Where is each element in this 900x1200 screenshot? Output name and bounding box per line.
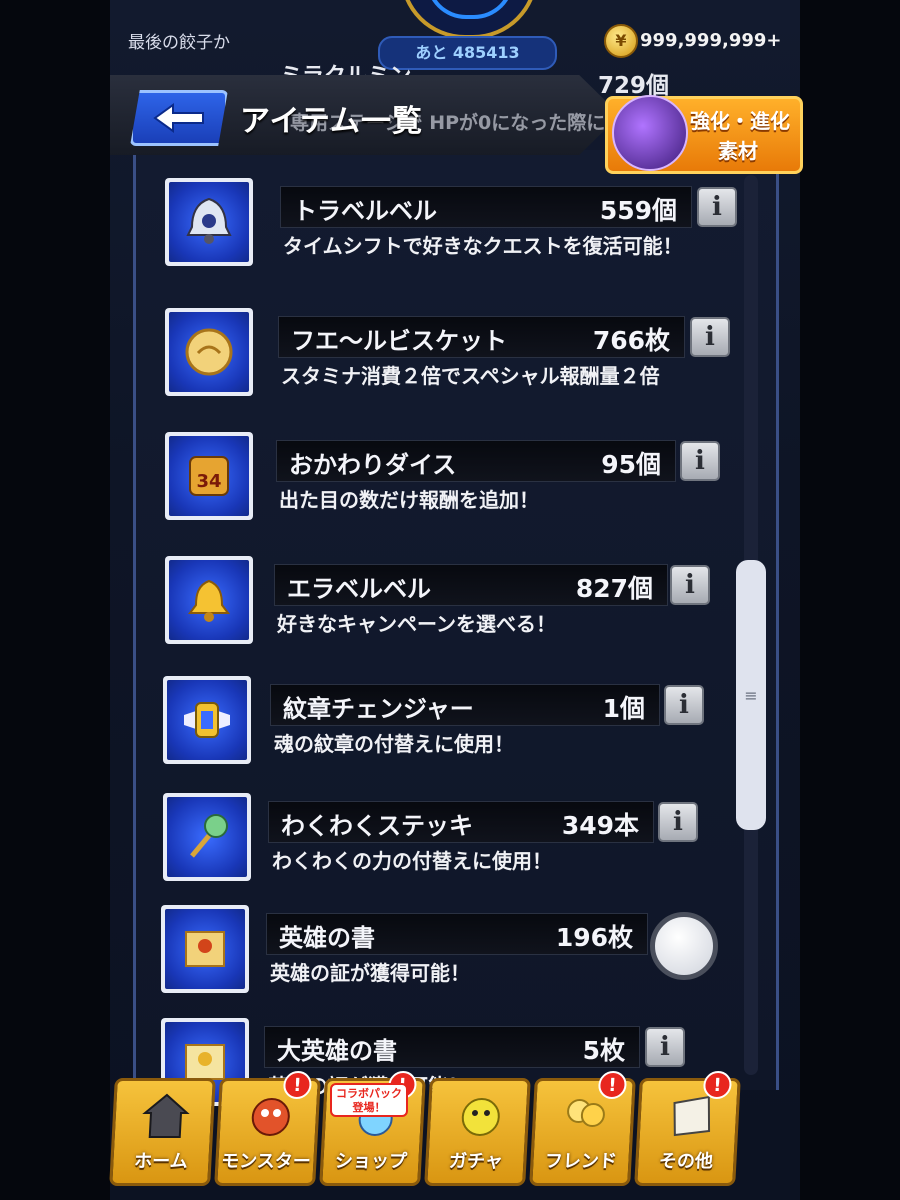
- item-description: わくわくの力の付替えに使用！: [272, 849, 552, 873]
- item-name-bar: おかわりダイス 95個: [276, 440, 676, 482]
- info-button[interactable]: i: [658, 802, 698, 842]
- floating-action-button[interactable]: [650, 912, 718, 980]
- collab-pack-tag: コラボパック 登場！: [330, 1083, 408, 1117]
- bell-icon: [165, 178, 253, 266]
- item-count: 559個: [599, 196, 677, 225]
- item-name-bar: わくわくステッキ 349本: [268, 801, 654, 843]
- top-left-text: 最後の餃子か: [128, 33, 230, 53]
- map-icon: [673, 1095, 711, 1137]
- home-icon: [142, 1093, 190, 1138]
- item-name: 英雄の書: [279, 924, 375, 952]
- info-button[interactable]: i: [680, 441, 720, 481]
- evolve-materials-button[interactable]: 強化・進化 素材: [605, 95, 803, 174]
- info-button[interactable]: i: [664, 685, 704, 725]
- item-name-bar: 大英雄の書 5枚: [264, 1026, 640, 1068]
- item-name: トラベルベル: [293, 197, 437, 225]
- materials-orb-icon: [612, 95, 688, 171]
- item-row[interactable]: トラベルベル 559個タイムシフトで好きなクエストを復活可能！ i: [0, 178, 900, 283]
- item-count: 5枚: [582, 1036, 625, 1065]
- item-description: 英雄の証が獲得可能！: [270, 961, 470, 985]
- gacha-icon: [461, 1098, 500, 1136]
- item-name: 紋章チェンジャー: [283, 695, 474, 723]
- info-icon: i: [673, 807, 683, 837]
- item-row[interactable]: 英雄の書 196枚英雄の証が獲得可能！: [0, 905, 900, 1010]
- coin-balance: 999,999,999+: [640, 30, 782, 51]
- item-description: タイムシフトで好きなクエストを復活可能！: [283, 234, 683, 258]
- dice-icon: 34: [165, 432, 253, 520]
- notification-badge: !: [702, 1071, 733, 1099]
- crest-changer-icon: [163, 676, 251, 764]
- nav-monster[interactable]: ! モンスター: [214, 1071, 321, 1186]
- item-name-bar: フエ〜ルビスケット 766枚: [278, 316, 685, 358]
- friend-balloons-icon: [567, 1099, 605, 1127]
- item-count: 95個: [601, 450, 661, 479]
- info-icon: i: [705, 322, 715, 352]
- grip-icon: ≡: [744, 685, 758, 705]
- info-button[interactable]: i: [690, 317, 730, 357]
- item-name: フエ〜ルビスケット: [291, 327, 507, 355]
- item-row[interactable]: 34 おかわりダイス 95個出た目の数だけ報酬を追加！ i: [0, 432, 900, 537]
- page-title: アイテム一覧: [240, 104, 423, 139]
- back-button[interactable]: [130, 90, 228, 146]
- item-count: 196枚: [555, 923, 633, 952]
- notification-badge: !: [282, 1071, 313, 1099]
- item-count: 827個: [575, 574, 653, 603]
- item-count: 349本: [561, 811, 639, 840]
- item-name: 大英雄の書: [277, 1037, 397, 1065]
- biscuit-icon: [165, 308, 253, 396]
- item-description: 好きなキャンペーンを選べる！: [277, 612, 556, 636]
- info-button[interactable]: i: [697, 187, 737, 227]
- item-count: 766枚: [592, 326, 670, 355]
- scrollbar-thumb[interactable]: ≡: [736, 560, 766, 830]
- materials-label: 素材: [718, 139, 758, 163]
- back-arrow-icon: [153, 103, 204, 133]
- item-name: おかわりダイス: [289, 451, 457, 479]
- nav-label: ガチャ: [448, 1151, 504, 1172]
- wand-icon: [163, 793, 251, 881]
- nav-label: ショップ: [334, 1151, 408, 1172]
- partial-item-count: 729個: [598, 73, 670, 99]
- item-description: スタミナ消費２倍でスペシャル報酬量２倍: [281, 364, 660, 388]
- item-description: 出た目の数だけ報酬を追加！: [279, 488, 539, 512]
- monster-icon: [251, 1098, 290, 1136]
- item-name: エラベルベル: [287, 575, 431, 603]
- info-icon: i: [679, 690, 689, 720]
- nav-gacha[interactable]: ガチャ: [424, 1078, 531, 1186]
- notification-badge: !: [597, 1071, 628, 1099]
- item-row[interactable]: フエ〜ルビスケット 766枚スタミナ消費２倍でスペシャル報酬量２倍 i: [0, 308, 900, 413]
- item-name: わくわくステッキ: [281, 812, 473, 840]
- scroll-icon: [161, 905, 249, 993]
- svg-text:34: 34: [196, 471, 221, 492]
- nav-label: モンスター: [220, 1151, 312, 1172]
- nav-label: ホーム: [133, 1151, 189, 1172]
- bottom-navigation: ホーム ! モンスター ! ショップ ガチャ ! フレンド !: [109, 1071, 742, 1200]
- nav-label: その他: [658, 1151, 714, 1172]
- nav-label: フレンド: [544, 1151, 618, 1172]
- info-button[interactable]: i: [645, 1027, 685, 1067]
- item-count: 1個: [602, 694, 645, 723]
- info-icon: i: [712, 192, 722, 222]
- nav-friend[interactable]: ! フレンド: [529, 1071, 636, 1186]
- item-name-bar: 紋章チェンジャー 1個: [270, 684, 660, 726]
- nav-other[interactable]: ! その他: [634, 1071, 741, 1186]
- info-icon: i: [695, 446, 705, 476]
- nav-home[interactable]: ホーム: [109, 1078, 216, 1186]
- golden-bell-icon: [165, 556, 253, 644]
- item-name-bar: トラベルベル 559個: [280, 186, 692, 228]
- coin-icon: ¥: [604, 24, 638, 58]
- info-button[interactable]: i: [670, 565, 710, 605]
- evolve-label: 強化・進化: [690, 109, 790, 133]
- info-icon: i: [685, 570, 695, 600]
- info-icon: i: [660, 1032, 670, 1062]
- item-description: 魂の紋章の付替えに使用！: [274, 732, 514, 756]
- item-name-bar: エラベルベル 827個: [274, 564, 668, 606]
- item-name-bar: 英雄の書 196枚: [266, 913, 648, 955]
